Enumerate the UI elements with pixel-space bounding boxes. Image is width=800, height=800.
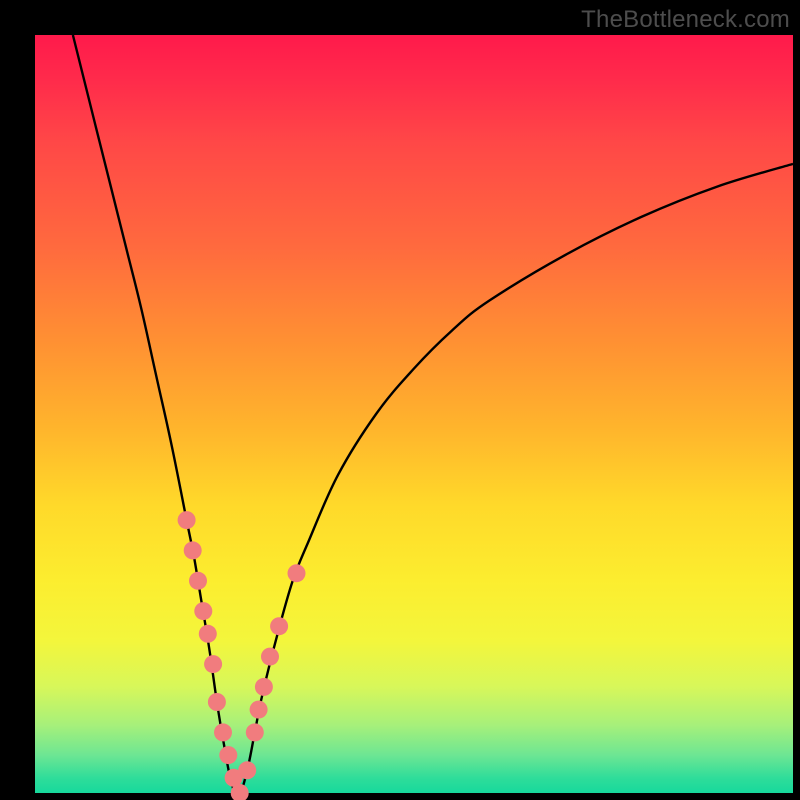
- curve-marker: [238, 761, 256, 779]
- curve-marker: [250, 701, 268, 719]
- curve-marker: [199, 625, 217, 643]
- watermark-text: TheBottleneck.com: [581, 6, 790, 34]
- curve-marker: [219, 746, 237, 764]
- marker-group: [178, 511, 306, 800]
- curve-marker: [189, 572, 207, 590]
- curve-marker: [288, 564, 306, 582]
- curve-marker: [194, 602, 212, 620]
- curve-marker: [184, 541, 202, 559]
- curve-marker: [270, 617, 288, 635]
- curve-marker: [204, 655, 222, 673]
- curve-marker: [208, 693, 226, 711]
- curve-marker: [178, 511, 196, 529]
- curve-marker: [246, 723, 264, 741]
- chart-frame: TheBottleneck.com: [0, 0, 800, 800]
- bottleneck-curve: [73, 35, 793, 794]
- curve-marker: [214, 723, 232, 741]
- curve-marker: [261, 648, 279, 666]
- curve-layer: [35, 35, 793, 793]
- curve-marker: [255, 678, 273, 696]
- plot-area: [35, 35, 793, 793]
